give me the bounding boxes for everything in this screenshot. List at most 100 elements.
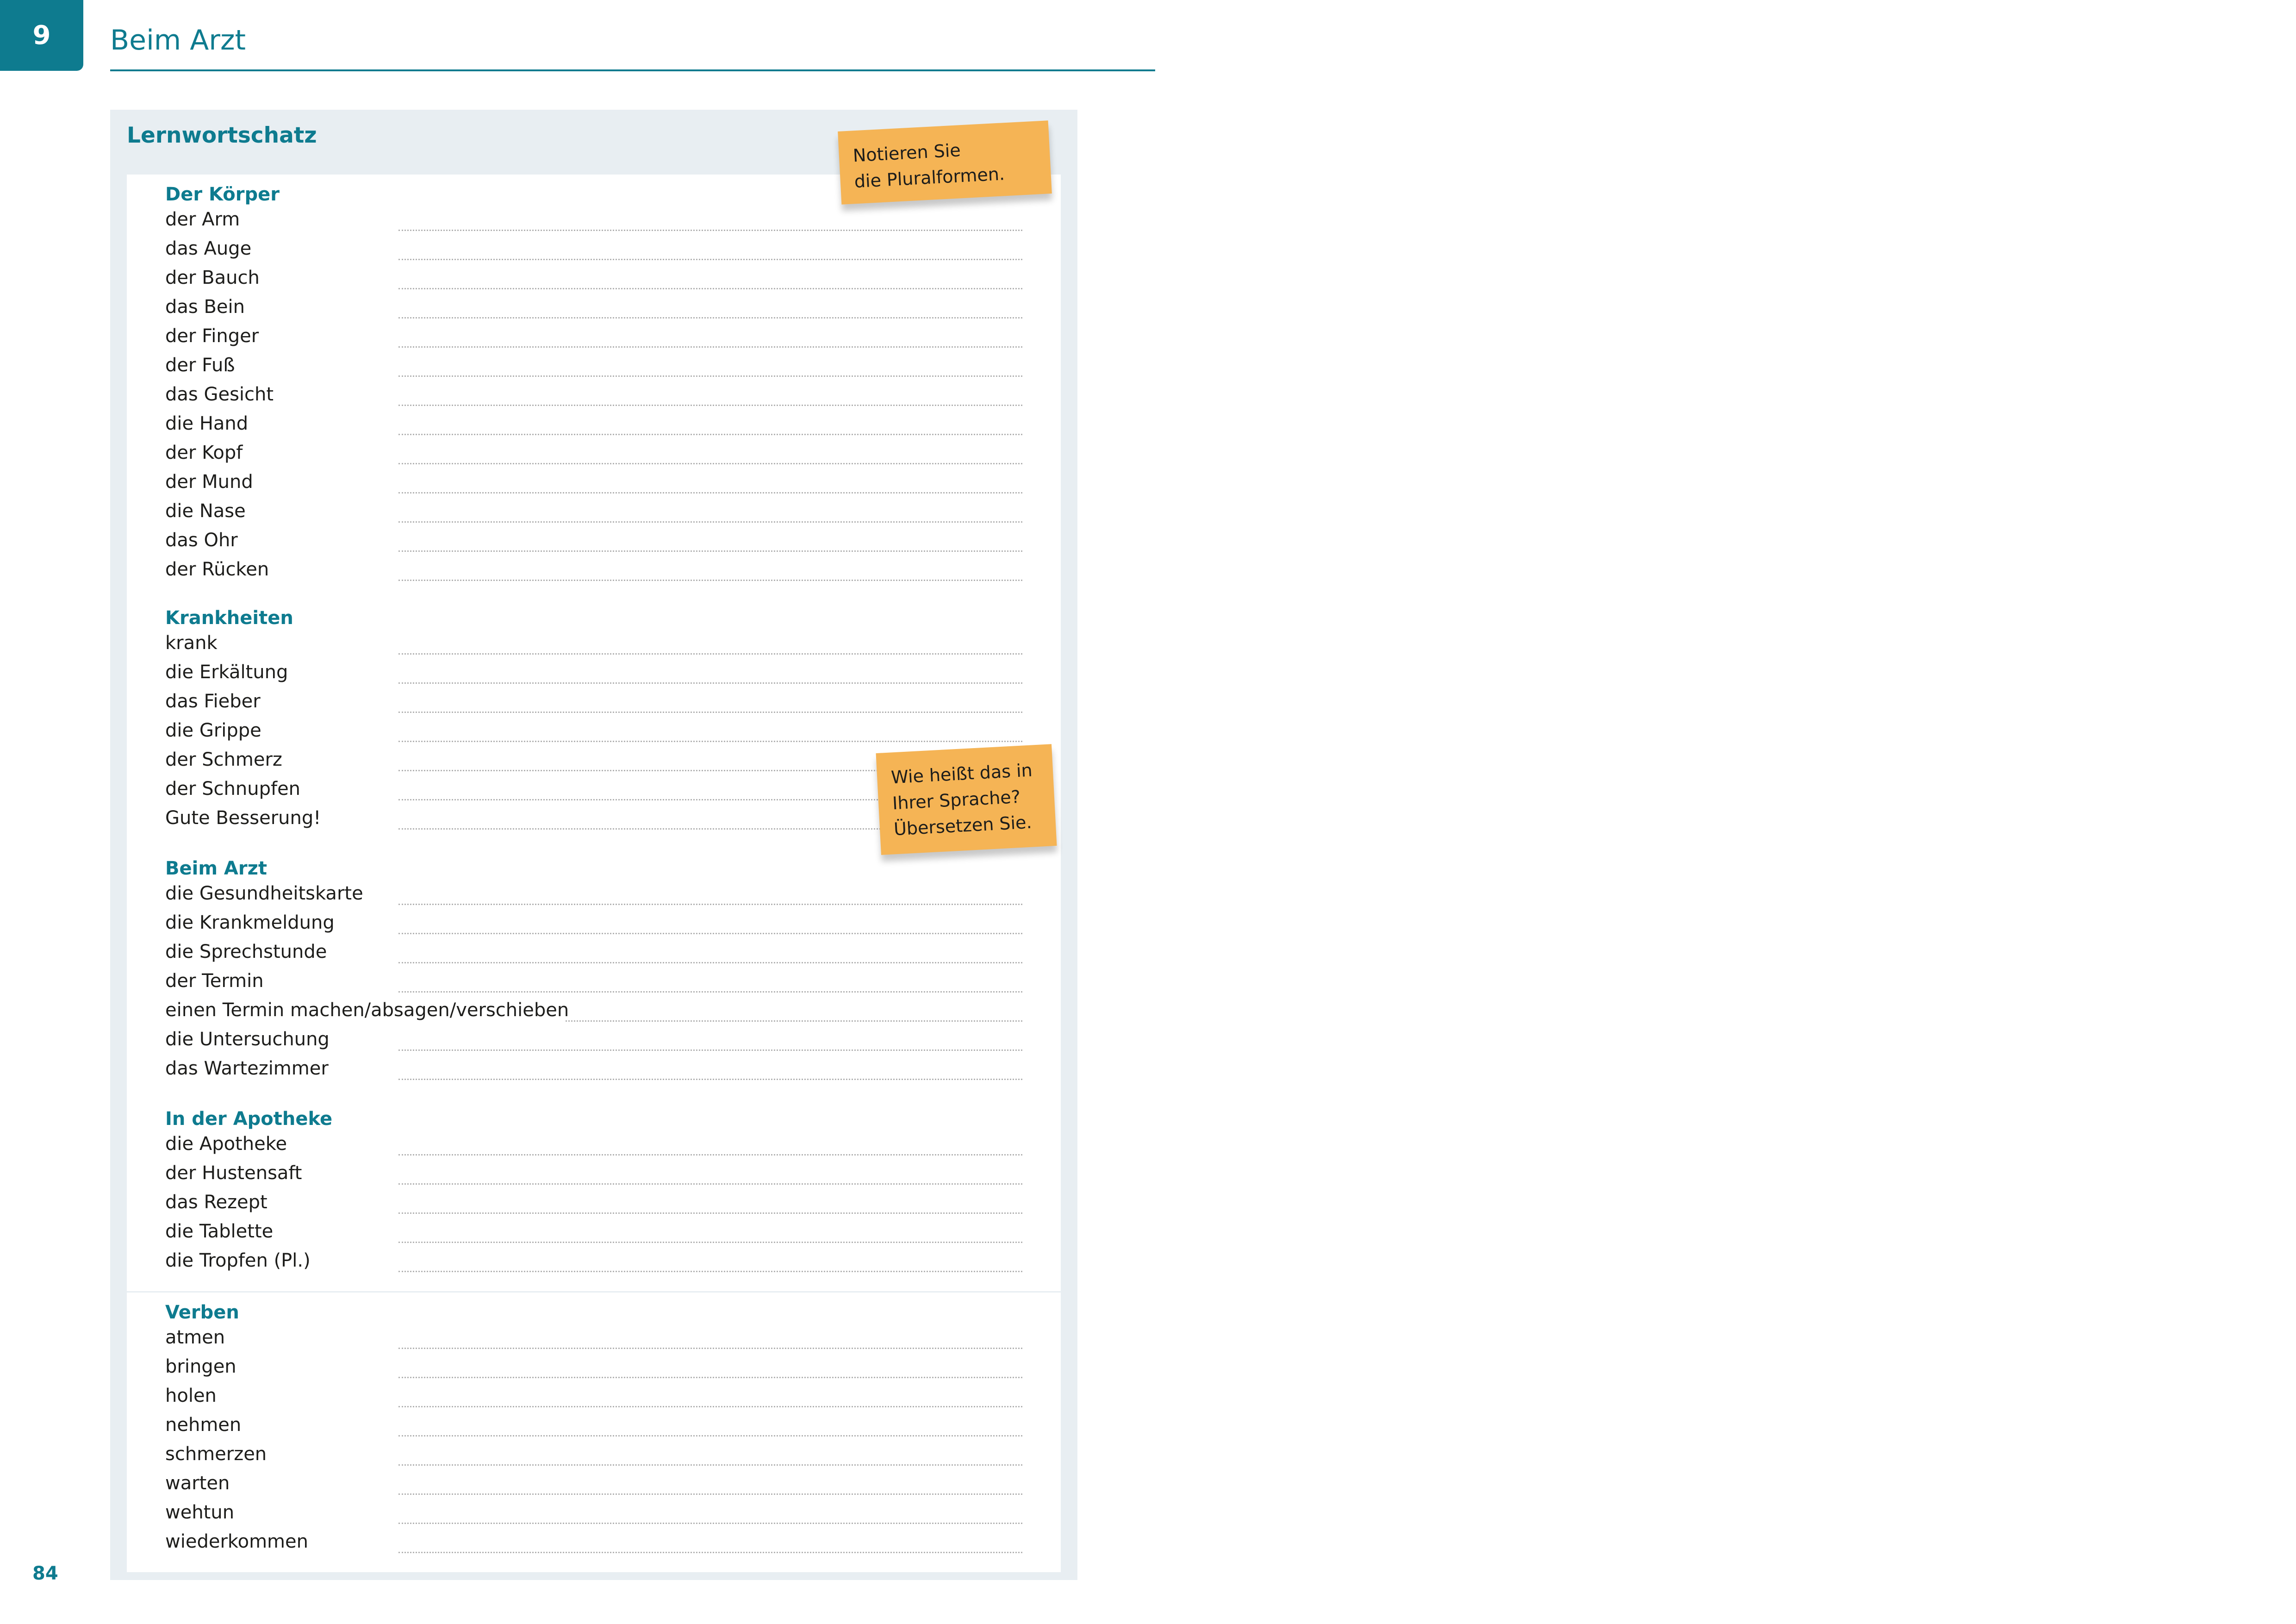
page-number: 84 xyxy=(32,1563,58,1584)
answer-line[interactable] xyxy=(398,492,1022,493)
vocabulary-term: der Schnupfen xyxy=(165,778,301,800)
answer-line[interactable] xyxy=(398,1435,1022,1437)
vocabulary-term: das Auge xyxy=(165,238,252,259)
answer-line[interactable] xyxy=(398,346,1022,348)
vocabulary-term: der Kopf xyxy=(165,442,243,463)
vocabulary-term: krank xyxy=(165,632,218,654)
answer-line[interactable] xyxy=(398,230,1022,231)
section-heading: In der Apotheke xyxy=(165,1108,333,1130)
vocabulary-row: der Arm xyxy=(127,203,1061,232)
answer-line[interactable] xyxy=(566,1020,1022,1022)
vocabulary-term: nehmen xyxy=(165,1414,242,1436)
vocabulary-term: der Arm xyxy=(165,209,240,230)
answer-line[interactable] xyxy=(398,1079,1022,1080)
answer-line[interactable] xyxy=(398,1377,1022,1378)
vocabulary-term: atmen xyxy=(165,1327,225,1348)
answer-line[interactable] xyxy=(398,741,1022,742)
answer-line[interactable] xyxy=(398,1493,1022,1495)
vocabulary-row: die Gesundheitskarte xyxy=(127,877,1061,906)
answer-line[interactable] xyxy=(398,1242,1022,1243)
vocabulary-row: der Termin xyxy=(127,965,1061,994)
vocabulary-row: die Tablette xyxy=(127,1215,1061,1244)
vocabulary-row: das Ohr xyxy=(127,524,1061,553)
vocabulary-row: die Grippe xyxy=(127,714,1061,743)
answer-line[interactable] xyxy=(398,1552,1022,1553)
vocabulary-section: Der Körper der Arm das Auge der Bauch das Be… xyxy=(127,175,1061,600)
vocabulary-term: die Apotheke xyxy=(165,1133,287,1155)
vocabulary-row: holen xyxy=(127,1380,1061,1409)
answer-line[interactable] xyxy=(398,962,1022,963)
vocabulary-row: krank xyxy=(127,627,1061,656)
answer-line[interactable] xyxy=(398,1406,1022,1407)
answer-line[interactable] xyxy=(398,521,1022,523)
vocabulary-row: das Gesicht xyxy=(127,378,1061,407)
answer-line[interactable] xyxy=(398,463,1022,464)
vocabulary-row: der Kopf xyxy=(127,437,1061,466)
vocabulary-term: Gute Besserung! xyxy=(165,807,321,829)
vocabulary-term: holen xyxy=(165,1385,217,1406)
answer-line[interactable] xyxy=(398,933,1022,934)
answer-line[interactable] xyxy=(398,1183,1022,1185)
vocabulary-term: das Bein xyxy=(165,296,245,318)
vocabulary-term: der Rücken xyxy=(165,559,269,580)
vocabulary-row: die Sprechstunde xyxy=(127,936,1061,965)
section-heading: Der Körper xyxy=(165,184,280,205)
answer-line[interactable] xyxy=(398,1523,1022,1524)
vocabulary-row: der Finger xyxy=(127,320,1061,349)
vocabulary-row: die Apotheke xyxy=(127,1128,1061,1157)
answer-line[interactable] xyxy=(398,288,1022,289)
chapter-title: Beim Arzt xyxy=(110,24,246,56)
answer-line[interactable] xyxy=(398,405,1022,406)
vocabulary-term: das Wartezimmer xyxy=(165,1058,329,1079)
answer-line[interactable] xyxy=(398,1212,1022,1214)
answer-line[interactable] xyxy=(398,653,1022,655)
answer-line[interactable] xyxy=(398,1464,1022,1466)
vocabulary-row: nehmen xyxy=(127,1409,1061,1438)
answer-line[interactable] xyxy=(398,1154,1022,1156)
answer-line[interactable] xyxy=(398,904,1022,905)
vocabulary-heading: Lernwortschatz xyxy=(127,123,317,148)
vocabulary-term: das Fieber xyxy=(165,691,261,712)
vocabulary-term: schmerzen xyxy=(165,1443,267,1465)
vocabulary-term: die Erkältung xyxy=(165,662,288,683)
answer-line[interactable] xyxy=(398,712,1022,713)
vocabulary-term: die Krankmeldung xyxy=(165,912,335,933)
note-plural-forms: Notieren Sie die Pluralformen. xyxy=(838,120,1052,205)
vocabulary-term: das Rezept xyxy=(165,1192,268,1213)
vocabulary-row: der Rücken xyxy=(127,553,1061,582)
answer-line[interactable] xyxy=(398,259,1022,260)
answer-line[interactable] xyxy=(398,317,1022,319)
vocabulary-row: der Bauch xyxy=(127,262,1061,291)
vocabulary-row: die Erkältung xyxy=(127,656,1061,685)
vocabulary-row: das Fieber xyxy=(127,685,1061,714)
vocabulary-row: der Hustensaft xyxy=(127,1157,1061,1186)
vocabulary-term: der Schmerz xyxy=(165,749,282,770)
vocabulary-term: der Finger xyxy=(165,325,259,347)
vocabulary-term: die Grippe xyxy=(165,720,261,741)
vocabulary-term: das Gesicht xyxy=(165,384,274,405)
vocabulary-term: der Mund xyxy=(165,471,253,493)
vocabulary-row: das Bein xyxy=(127,291,1061,320)
answer-line[interactable] xyxy=(398,580,1022,581)
vocabulary-term: die Hand xyxy=(165,413,249,434)
answer-line[interactable] xyxy=(398,1049,1022,1051)
answer-line[interactable] xyxy=(398,682,1022,684)
answer-line[interactable] xyxy=(398,434,1022,435)
answer-line[interactable] xyxy=(398,991,1022,993)
vocabulary-term: der Hustensaft xyxy=(165,1162,302,1184)
vocabulary-term: warten xyxy=(165,1473,230,1494)
vocabulary-term: die Nase xyxy=(165,500,246,522)
answer-line[interactable] xyxy=(398,550,1022,552)
vocabulary-term: die Sprechstunde xyxy=(165,941,327,962)
answer-line[interactable] xyxy=(398,1271,1022,1272)
vocabulary-row: der Mund xyxy=(127,466,1061,495)
answer-line[interactable] xyxy=(398,375,1022,377)
vocabulary-term: die Tablette xyxy=(165,1221,274,1242)
vocabulary-row: einen Termin machen/absagen/verschieben xyxy=(127,994,1061,1023)
vocabulary-section: Beim Arzt die Gesundheitskarte die Krankme… xyxy=(127,849,1061,1099)
vocabulary-row: wehtun xyxy=(127,1496,1061,1525)
vocabulary-row: das Auge xyxy=(127,232,1061,262)
chapter-number-tab: 9 xyxy=(0,0,83,71)
vocabulary-row: die Nase xyxy=(127,495,1061,524)
answer-line[interactable] xyxy=(398,1348,1022,1349)
